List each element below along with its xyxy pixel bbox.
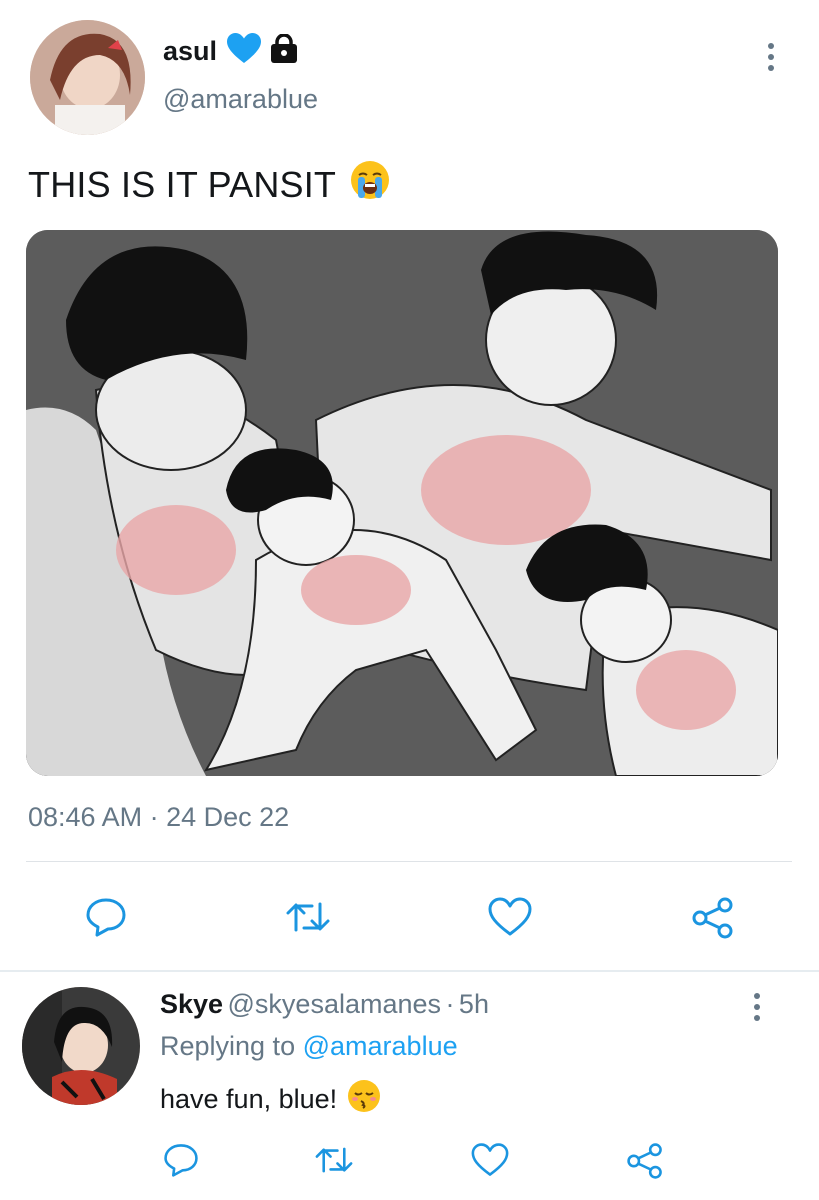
- tweet-more-menu-icon[interactable]: [764, 43, 778, 71]
- tweet-text: THIS IS IT PANSIT: [28, 163, 337, 205]
- reply-icon: [84, 896, 128, 938]
- reply-icon: [162, 1142, 200, 1178]
- reply-more-menu-icon[interactable]: [750, 993, 764, 1021]
- loudly-crying-face-icon: [350, 160, 390, 209]
- heart-icon: [487, 896, 533, 938]
- reply-text: have fun, blue!: [160, 1084, 338, 1114]
- reply-author-handle[interactable]: @skyesalamanes: [228, 989, 442, 1019]
- author-avatar[interactable]: [30, 20, 145, 135]
- reply-like-button[interactable]: [470, 1142, 510, 1178]
- share-icon: [625, 1142, 665, 1180]
- retweet-button[interactable]: [284, 896, 332, 938]
- reply-reply-button[interactable]: [162, 1142, 200, 1178]
- share-button[interactable]: [690, 896, 736, 940]
- tweet-image[interactable]: [26, 230, 778, 776]
- reply-share-button[interactable]: [625, 1142, 665, 1180]
- reply-separator: ·: [445, 989, 455, 1019]
- timestamp-separator: ·: [149, 802, 159, 832]
- reply-age: 5h: [458, 989, 489, 1019]
- kissing-face-icon: [347, 1079, 381, 1120]
- reply-author-name[interactable]: Skye: [160, 989, 223, 1019]
- replying-to-label: Replying to: [160, 1031, 296, 1061]
- tweet-timestamp[interactable]: 08:46 AM · 24 Dec 22: [28, 802, 289, 833]
- reply-author-avatar[interactable]: [22, 987, 140, 1105]
- divider: [26, 861, 792, 862]
- tweet-date: 24 Dec 22: [166, 802, 290, 832]
- author-handle[interactable]: @amarablue: [163, 84, 318, 115]
- reply-text-row: have fun, blue!: [160, 1079, 381, 1120]
- lock-icon: [269, 32, 299, 69]
- author-name[interactable]: asul: [163, 36, 217, 67]
- blue-heart-icon: [227, 33, 262, 69]
- retweet-icon: [313, 1142, 355, 1178]
- share-icon: [690, 896, 736, 940]
- retweet-icon: [284, 896, 332, 938]
- tweet-text-row: THIS IS IT PANSIT: [28, 160, 390, 209]
- reply-button[interactable]: [84, 896, 128, 938]
- divider: [0, 970, 819, 972]
- replying-to-line: Replying to @amarablue: [160, 1031, 458, 1062]
- replying-to-mention[interactable]: @amarablue: [303, 1031, 458, 1061]
- heart-icon: [470, 1142, 510, 1178]
- reply-header: Skye @skyesalamanes · 5h: [160, 989, 489, 1020]
- tweet-time: 08:46 AM: [28, 802, 143, 832]
- reply-retweet-button[interactable]: [313, 1142, 355, 1178]
- like-button[interactable]: [487, 896, 533, 938]
